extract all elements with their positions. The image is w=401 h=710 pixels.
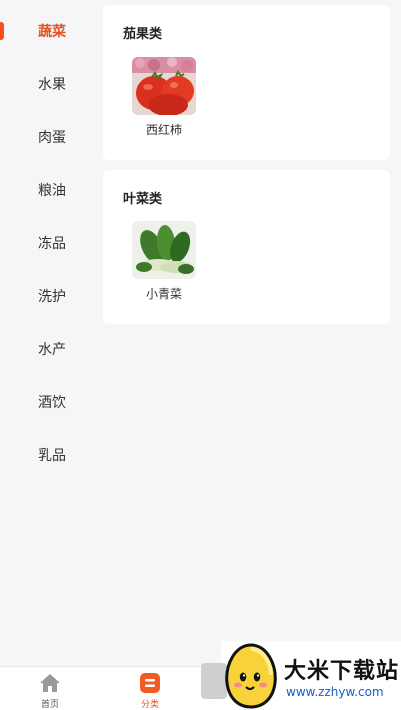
sidebar-item-label: 水产 — [38, 342, 66, 358]
tab-label: 首页 — [40, 700, 59, 710]
sidebar-item-label: 蔬菜 — [38, 24, 66, 40]
sidebar-item-label: 乳品 — [38, 448, 66, 464]
watermark-brand: 大米下载站 — [284, 659, 400, 684]
tab-home[interactable]: 首页 — [20, 673, 80, 710]
tab-label: 分类 — [140, 700, 159, 710]
category-sidebar: 蔬菜 水果 肉蛋 粮油 冻品 洗护 水产 酒饮 乳品 — [0, 0, 100, 666]
watermark: 大米下载站 www.zzhyw.com — [201, 641, 401, 710]
sidebar-item-label: 粮油 — [38, 183, 66, 199]
mascot-logo — [223, 643, 279, 710]
sidebar-item-grain-oil[interactable]: 粮油 — [0, 170, 100, 210]
section-title: 叶菜类 — [123, 192, 163, 207]
product-name: 西红柿 — [145, 123, 182, 137]
sidebar-item-frozen[interactable]: 冻品 — [0, 223, 100, 263]
sidebar-item-label: 水果 — [38, 77, 66, 93]
product-item-bok-choy[interactable]: 小青菜 — [131, 221, 197, 302]
sidebar-item-vegetables[interactable]: 蔬菜 — [0, 11, 100, 51]
sidebar-item-seafood[interactable]: 水产 — [0, 329, 100, 369]
product-name: 小青菜 — [145, 287, 182, 301]
tomato-image — [132, 57, 196, 115]
sidebar-item-fruit[interactable]: 水果 — [0, 64, 100, 104]
bok-choy-image — [132, 221, 196, 279]
section-card-solanaceous: 茄果类 西红柿 — [103, 5, 390, 160]
sidebar-item-label: 冻品 — [38, 236, 66, 252]
home-icon — [39, 673, 61, 693]
watermark-url: www.zzhyw.com — [286, 685, 384, 699]
section-card-leafy: 叶菜类 小青菜 — [103, 170, 390, 324]
sidebar-item-label: 洗护 — [38, 289, 66, 305]
tab-category[interactable]: 分类 — [120, 673, 180, 710]
sidebar-item-label: 肉蛋 — [38, 130, 66, 146]
sidebar-item-meat-eggs[interactable]: 肉蛋 — [0, 117, 100, 157]
sidebar-item-drinks[interactable]: 酒饮 — [0, 382, 100, 422]
product-item-tomato[interactable]: 西红柿 — [131, 57, 197, 138]
category-icon — [139, 673, 161, 693]
section-title: 茄果类 — [123, 27, 163, 42]
sidebar-item-wash-care[interactable]: 洗护 — [0, 276, 100, 316]
sidebar-item-label: 酒饮 — [38, 395, 66, 411]
sidebar-item-dairy[interactable]: 乳品 — [0, 435, 100, 475]
